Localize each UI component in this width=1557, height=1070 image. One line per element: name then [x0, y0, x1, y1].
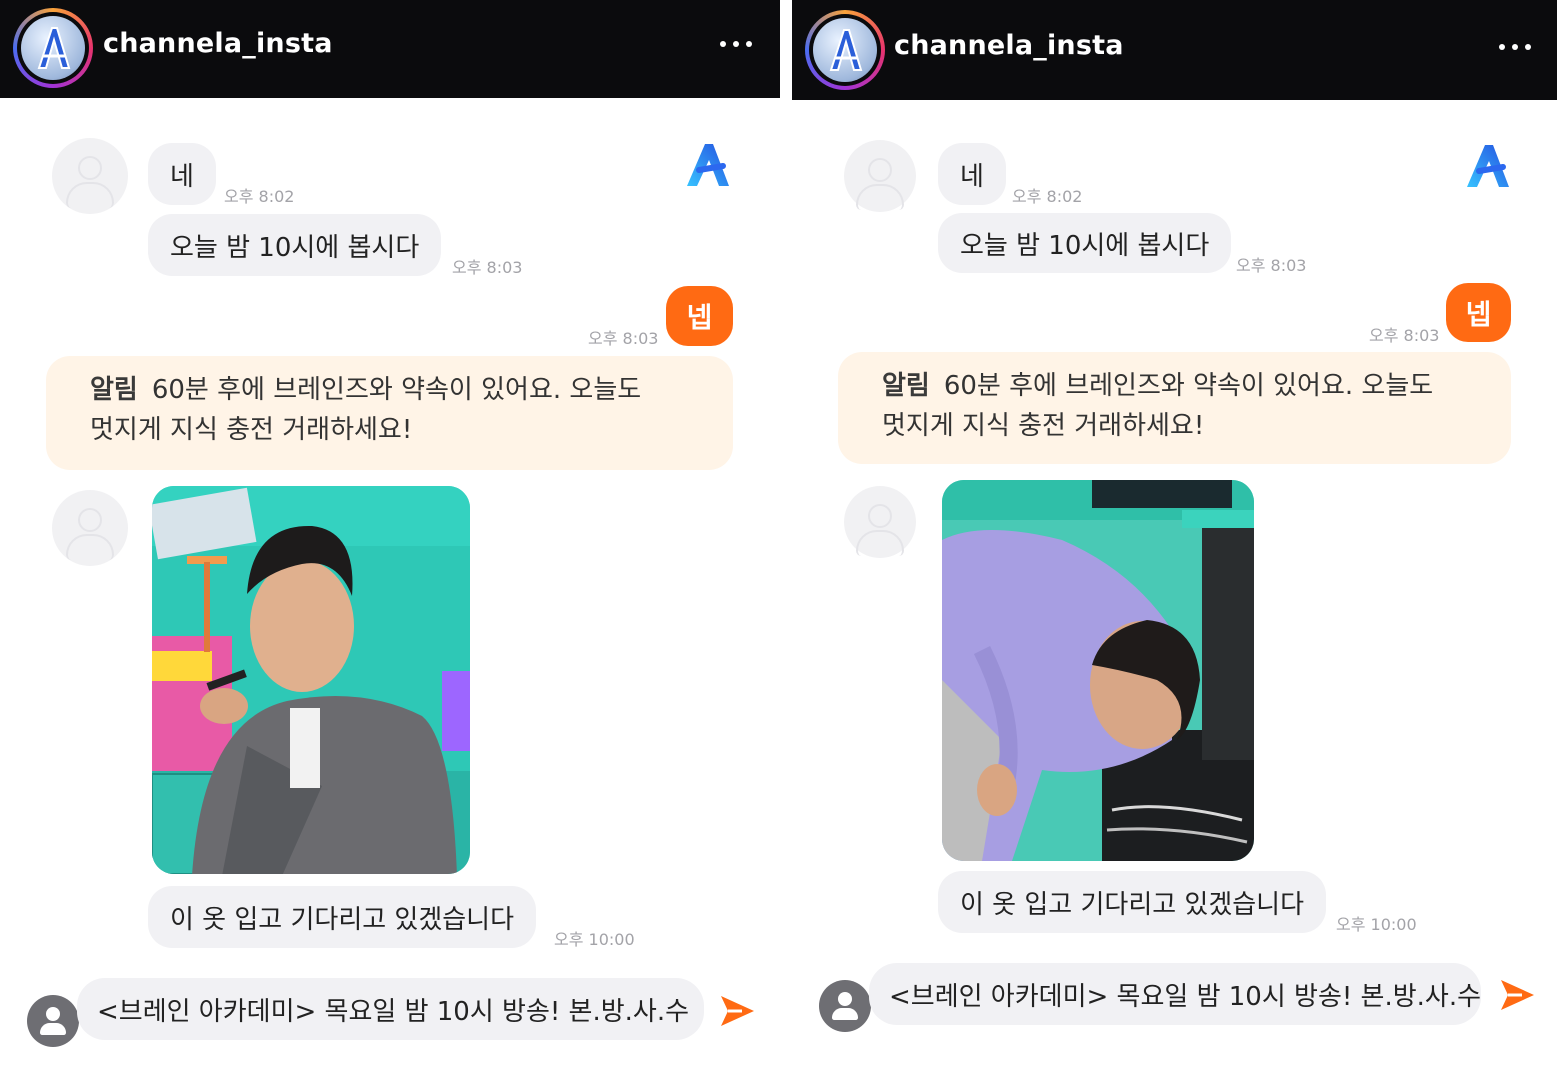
chat-header: channela_insta	[792, 0, 1557, 100]
sender-avatar[interactable]	[52, 490, 128, 566]
message-bubble: 오늘 밤 10시에 봅시다	[938, 213, 1232, 273]
channel-logo-icon	[21, 16, 85, 80]
message-time: 오후 8:02	[224, 187, 295, 206]
message-time: 오후 8:03	[1236, 256, 1307, 275]
message-bubble: 이 옷 입고 기다리고 있겠습니다	[938, 871, 1327, 933]
message-time: 오후 10:00	[1336, 915, 1417, 934]
send-icon[interactable]	[1498, 976, 1536, 1014]
more-options-icon[interactable]	[716, 26, 756, 62]
user-avatar-icon	[27, 995, 79, 1047]
sender-avatar[interactable]	[844, 486, 916, 558]
message-time: 오후 8:03	[588, 329, 659, 348]
screenshot-canvas: channela_insta 네 오후 8:02 오늘 밤 10시에 봅시다 오…	[0, 0, 1557, 1070]
user-avatar-icon	[819, 980, 871, 1032]
message-time: 오후 8:03	[1369, 326, 1440, 345]
message-photo[interactable]	[152, 486, 470, 874]
channel-avatar[interactable]	[13, 8, 93, 88]
message-time: 오후 10:00	[554, 930, 635, 949]
chat-panel-left: channela_insta 네 오후 8:02 오늘 밤 10시에 봅시다 오…	[0, 0, 780, 1070]
notice-banner: 알림 60분 후에 브레인즈와 약속이 있어요. 오늘도 멋지게 지식 충전 거래…	[838, 352, 1511, 464]
brand-a-icon	[687, 144, 729, 186]
message-bubble: 이 옷 입고 기다리고 있겠습니다	[148, 886, 537, 948]
message-photo[interactable]	[942, 480, 1254, 861]
more-options-icon[interactable]	[1495, 29, 1535, 65]
notice-text-line2: 멋지게 지식 충전 거래하세요!	[882, 411, 1205, 441]
channel-avatar[interactable]	[805, 10, 885, 90]
message-time: 오후 8:03	[452, 258, 523, 277]
notice-tag: 알림	[90, 375, 138, 405]
message-time: 오후 8:02	[1012, 187, 1083, 206]
notice-tag: 알림	[882, 371, 930, 401]
send-icon[interactable]	[718, 992, 756, 1030]
my-message-bubble: 넵	[1446, 283, 1511, 342]
sender-avatar[interactable]	[844, 140, 916, 212]
chat-header: channela_insta	[0, 0, 780, 98]
message-bubble: 네	[148, 143, 216, 205]
notice-text-line1: 60분 후에 브레인즈와 약속이 있어요. 오늘도	[151, 375, 642, 405]
message-input[interactable]: <브레인 아카데미> 목요일 밤 10시 방송! 본.방.사.수	[77, 978, 704, 1040]
sender-avatar[interactable]	[52, 138, 128, 214]
message-bubble: 오늘 밤 10시에 봅시다	[148, 214, 442, 276]
my-message-bubble: 넵	[666, 286, 733, 346]
message-bubble: 네	[938, 143, 1006, 205]
chat-panel-right: channela_insta 네 오후 8:02 오늘 밤 10시에 봅시다 오…	[792, 0, 1557, 1070]
message-input[interactable]: <브레인 아카데미> 목요일 밤 10시 방송! 본.방.사.수	[869, 963, 1481, 1025]
brand-a-icon	[1467, 145, 1509, 187]
channel-name[interactable]: channela_insta	[103, 28, 333, 59]
channel-name[interactable]: channela_insta	[894, 30, 1124, 61]
channel-logo-icon	[813, 18, 877, 82]
notice-text-line1: 60분 후에 브레인즈와 약속이 있어요. 오늘도	[943, 371, 1434, 401]
notice-text-line2: 멋지게 지식 충전 거래하세요!	[90, 415, 413, 445]
notice-banner: 알림 60분 후에 브레인즈와 약속이 있어요. 오늘도 멋지게 지식 충전 거래…	[46, 356, 733, 470]
